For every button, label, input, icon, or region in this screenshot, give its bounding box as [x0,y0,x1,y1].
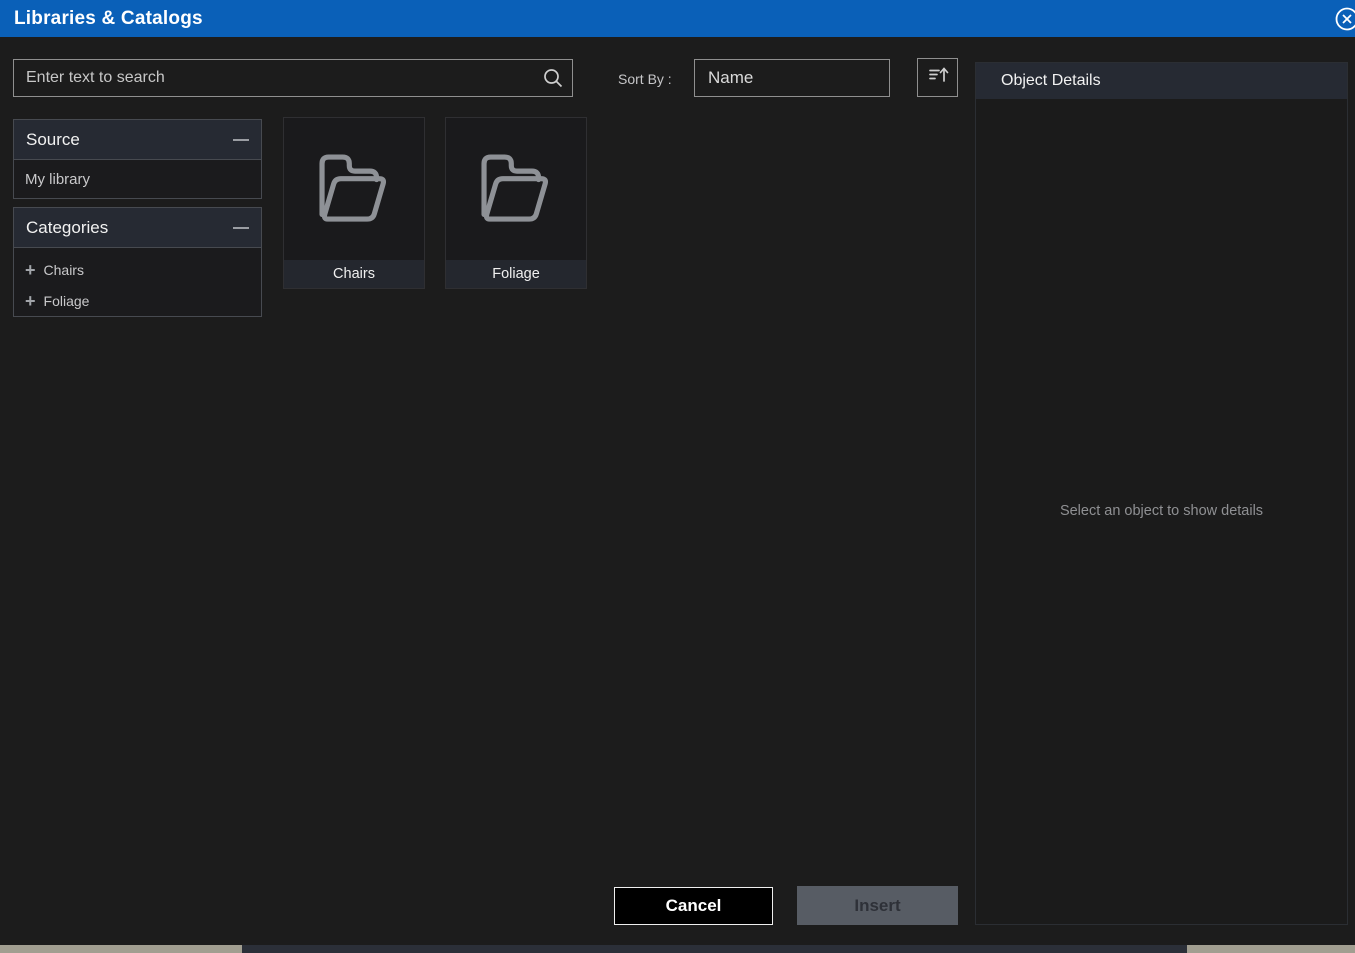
folder-tile-label: Chairs [284,260,424,288]
close-icon[interactable] [1334,6,1355,32]
sort-by-label: Sort By : [618,71,672,87]
sidebar-item-chairs[interactable]: + Chairs [14,254,261,285]
underlying-toolbar [242,945,1187,953]
folder-tile-label: Foliage [446,260,586,288]
underlying-app-strip [0,945,1355,953]
dialog-title: Libraries & Catalogs [14,8,203,29]
categories-section-title: Categories [26,217,109,237]
sort-by-value: Name [708,68,754,87]
libraries-catalogs-dialog: Libraries & Catalogs Sort By : Name [0,0,1355,945]
search-input[interactable] [14,60,534,96]
open-folder-icon [446,118,586,260]
folder-tile-foliage[interactable]: Foliage [445,117,587,289]
search-icon[interactable] [534,60,572,96]
title-bar: Libraries & Catalogs [0,0,1355,37]
sidebar-item-label: My library [25,170,91,188]
sidebar-item-my-library[interactable]: My library [14,160,261,198]
object-details-panel: Object Details Select an object to show … [975,62,1348,925]
expand-plus-icon[interactable]: + [25,261,36,279]
insert-button-label: Insert [854,895,901,915]
sort-order-button[interactable] [917,58,958,97]
source-section: Source My library [13,119,262,199]
details-empty-message: Select an object to show details [1059,503,1264,519]
object-details-header: Object Details [976,63,1347,99]
categories-section: Categories + Chairs + Foliage [13,207,262,317]
categories-section-header[interactable]: Categories [14,208,261,248]
underlying-canvas-left [0,945,242,953]
sidebar-item-label: Chairs [43,261,84,278]
insert-button[interactable]: Insert [797,886,958,925]
sidebar-item-foliage[interactable]: + Foliage [14,285,261,316]
object-details-title: Object Details [1001,72,1101,89]
collapse-minus-icon[interactable] [233,226,249,229]
underlying-canvas-right [1187,945,1355,953]
search-box [13,59,573,97]
expand-plus-icon[interactable]: + [25,292,36,310]
cancel-button-label: Cancel [665,896,722,915]
folder-tile-chairs[interactable]: Chairs [283,117,425,289]
sort-amount-up-icon [926,63,950,92]
collapse-minus-icon[interactable] [233,138,249,141]
sidebar-item-label: Foliage [43,292,90,309]
source-section-title: Source [26,129,80,149]
open-folder-icon [284,118,424,260]
sort-by-select[interactable]: Name [694,59,890,97]
source-section-header[interactable]: Source [14,120,261,160]
cancel-button[interactable]: Cancel [614,887,773,925]
